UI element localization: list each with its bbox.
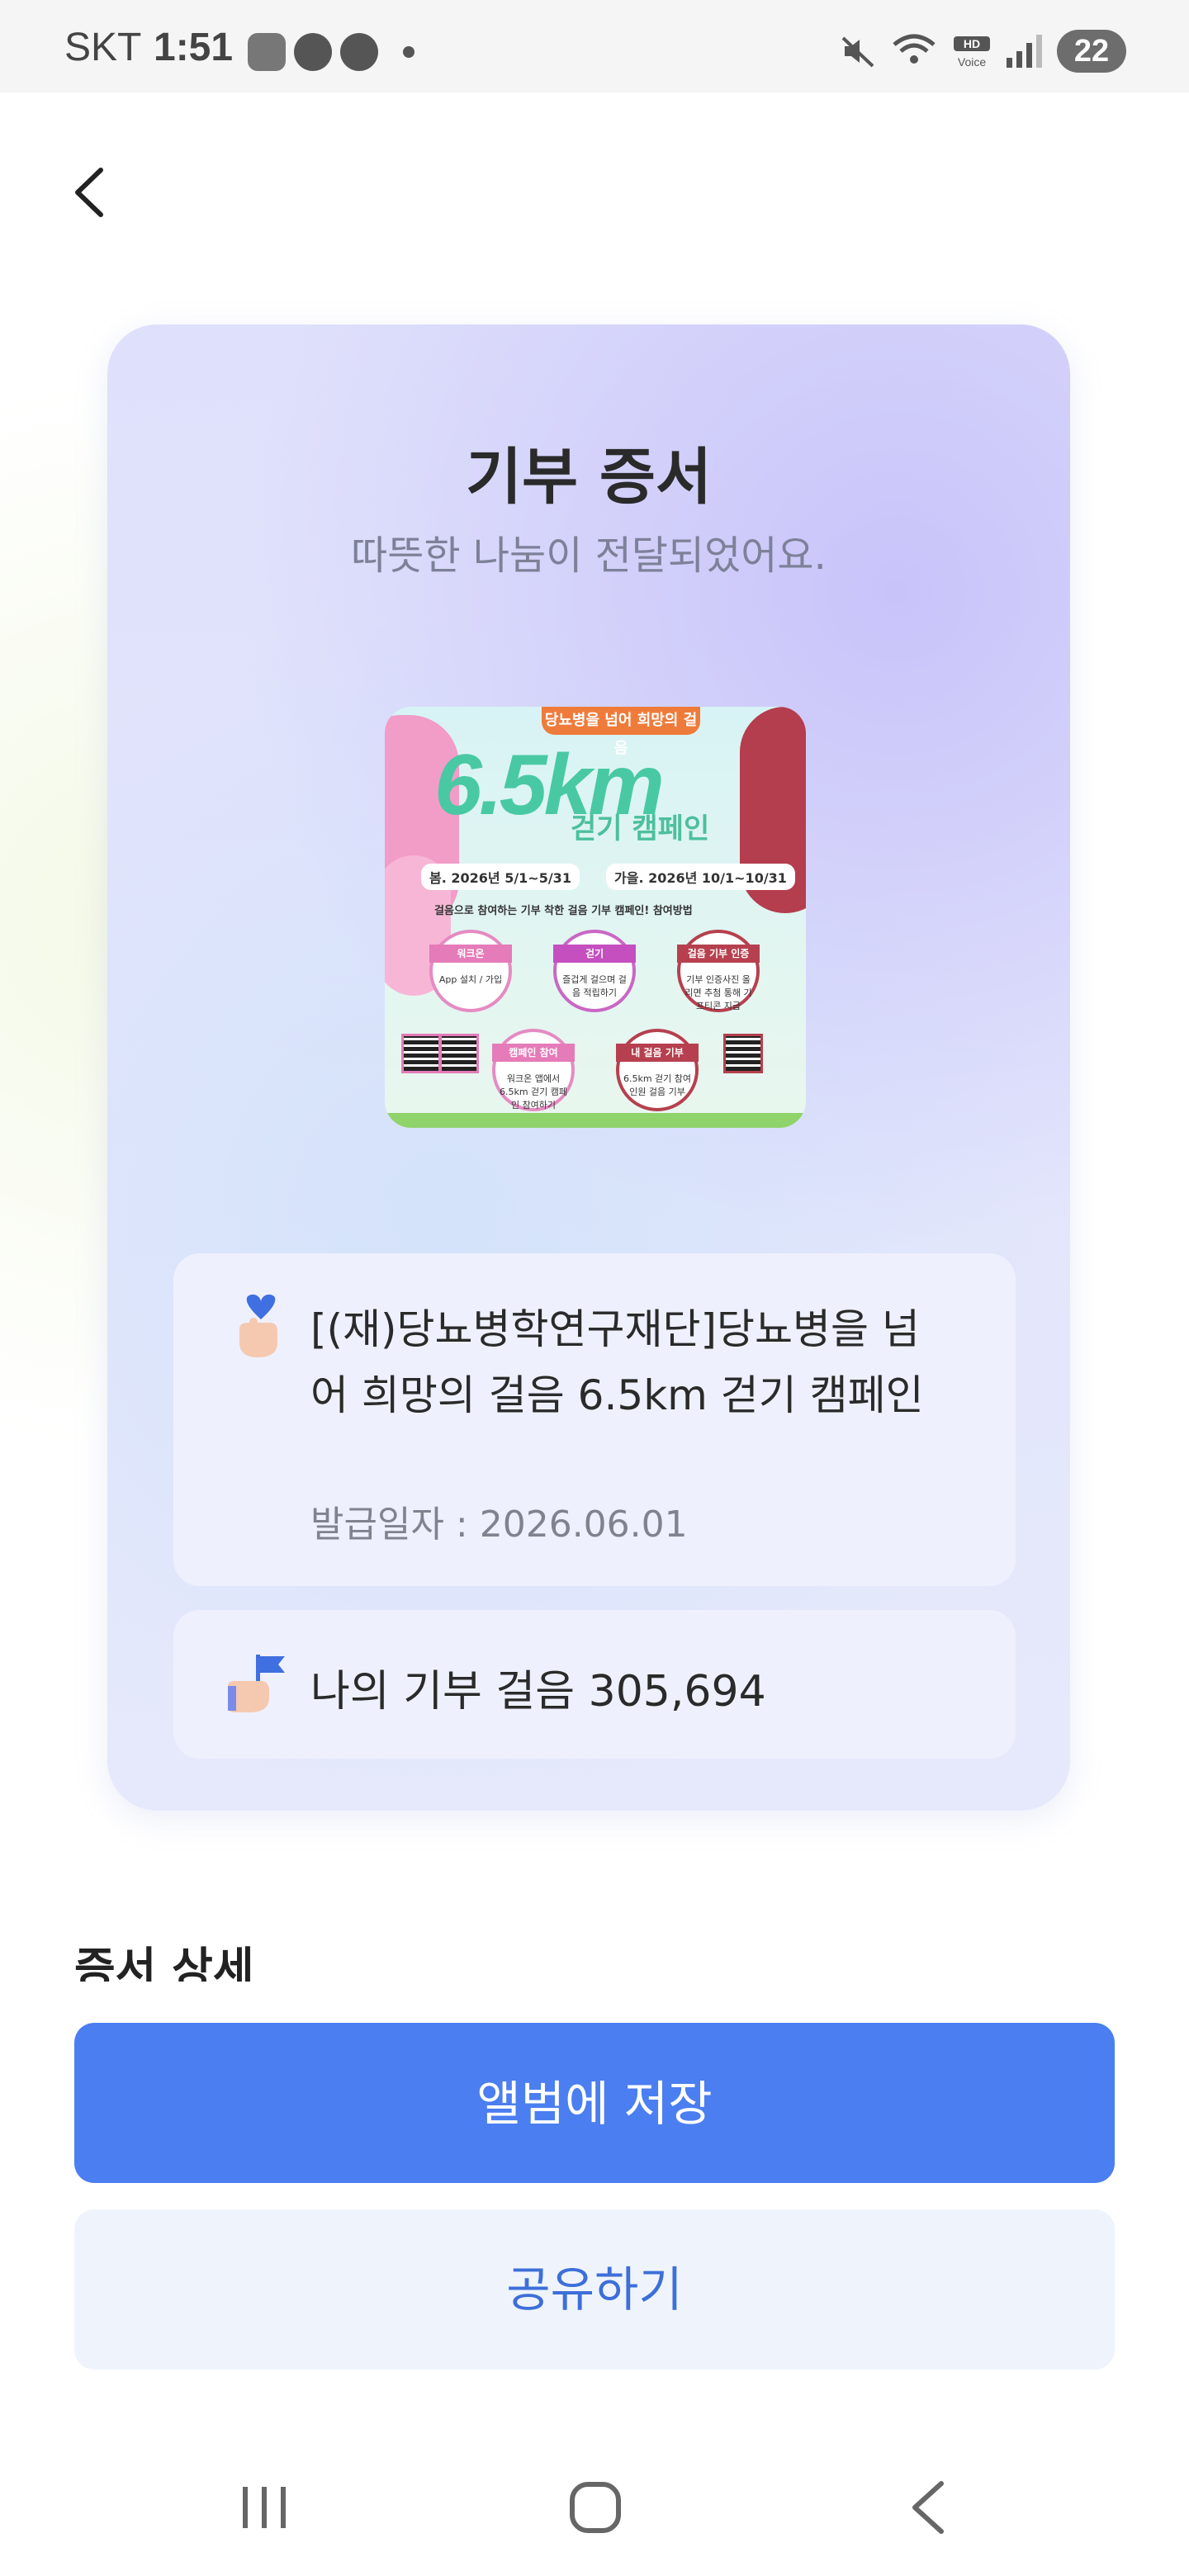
- poster-step-desc: 6.5km 걷기 참여인원 걸음 기부: [623, 1073, 692, 1097]
- poster-tag: 당뇨병을 넘어 희망의 걸음: [542, 707, 700, 757]
- recents-icon[interactable]: [239, 2485, 289, 2530]
- poster-step: 내 걸음 기부 6.5km 걷기 참여인원 걸음 기부: [616, 1029, 699, 1111]
- my-donation-steps: 나의 기부 걸음 305,694: [310, 1667, 766, 1717]
- home-icon[interactable]: [570, 2482, 621, 2533]
- poster-step-title: 캠페인 참여: [492, 1044, 575, 1062]
- battery-icon: 22: [1057, 30, 1126, 73]
- poster-step-title: 워크온: [429, 945, 512, 963]
- moon-icon: [340, 33, 378, 71]
- system-nav-bar: [0, 2436, 1189, 2576]
- wifi-icon: [893, 34, 936, 64]
- qr-code-icon: [401, 1034, 441, 1073]
- poster-step-title: 걸음 기부 인증: [677, 945, 760, 963]
- poster-step-desc: 워크온 앱에서 6.5km 걷기 캠페인 참여하기: [499, 1073, 568, 1110]
- poster-step-title: 내 걸음 기부: [616, 1044, 699, 1062]
- poster-step-desc: 즐겁게 걸으며 걸음 적립하기: [562, 974, 627, 998]
- campaign-info-box: [(재)당뇨병학연구재단]당뇨병을 넘어 희망의 걸음 6.5km 걷기 캠페인…: [173, 1253, 1016, 1586]
- svg-text:Voice: Voice: [958, 55, 986, 69]
- back-button[interactable]: [64, 163, 114, 221]
- mute-icon: [841, 36, 874, 68]
- more-notifications-icon: [403, 46, 414, 58]
- poster-guide: 걸음으로 참여하는 기부 착한 걸음 기부 캠페인! 참여방법: [434, 905, 693, 917]
- donation-steps-box: 나의 기부 걸음 305,694: [173, 1610, 1016, 1759]
- hd-voice-icon: HD Voice: [954, 36, 990, 69]
- status-bar: SKT 1:51 HD Voice 22: [0, 0, 1189, 92]
- heart-hand-icon: [239, 1294, 277, 1357]
- poster-step: 걸음 기부 인증 기부 인증사진 올리면 추첨 통해 기프티콘 지급: [677, 930, 760, 1012]
- grass-illustration: [385, 1113, 806, 1128]
- campaign-poster: 당뇨병을 넘어 희망의 걸음 6.5km 걷기 캠페인 봄. 2026년 5/1…: [385, 707, 806, 1128]
- poster-step-desc: App 설치 / 가입: [438, 974, 503, 985]
- section-title-certificate-detail: 증서 상세: [74, 1943, 254, 1982]
- moon-icon: [294, 33, 332, 71]
- poster-step-desc: 기부 인증사진 올리면 추첨 통해 기프티콘 지급: [685, 974, 752, 1011]
- poster-subheadline: 걷기 캠페인: [571, 812, 710, 845]
- certificate-card: 기부 증서 따뜻한 나눔이 전달되었어요. 당뇨병을 넘어 희망의 걸음 6.5…: [107, 324, 1070, 1811]
- notification-icons: [248, 33, 414, 71]
- system-icons: HD Voice 22: [840, 30, 1126, 73]
- poster-spring-dates: 봄. 2026년 5/1~5/31: [421, 864, 580, 890]
- issue-date: 발급일자 : 2026.06.01: [310, 1503, 688, 1546]
- save-to-album-button[interactable]: 앨범에 저장: [74, 2023, 1115, 2183]
- poster-step: 캠페인 참여 워크온 앱에서 6.5km 걷기 캠페인 참여하기: [492, 1029, 575, 1111]
- app-notification-icon: [248, 33, 286, 71]
- certificate-title: 기부 증서: [465, 442, 713, 513]
- share-button[interactable]: 공유하기: [74, 2209, 1115, 2370]
- carrier-label: SKT: [64, 26, 142, 69]
- svg-text:HD: HD: [964, 37, 980, 50]
- certificate-subtitle: 따뜻한 나눔이 전달되었어요.: [351, 533, 827, 579]
- qr-code-icon: [439, 1034, 479, 1073]
- signal-icon: [1007, 35, 1042, 68]
- poster-autumn-dates: 가을. 2026년 10/1~10/31: [606, 864, 795, 890]
- qr-code-icon: [723, 1034, 763, 1073]
- poster-step-title: 걷기: [553, 945, 636, 963]
- flag-hand-icon: [228, 1655, 285, 1712]
- campaign-title: [(재)당뇨병학연구재단]당뇨병을 넘어 희망의 걸음 6.5km 걷기 캠페인: [310, 1305, 924, 1419]
- nav-back-icon[interactable]: [908, 2480, 948, 2535]
- poster-step: 워크온 App 설치 / 가입: [429, 930, 512, 1012]
- clock: 1:51: [154, 26, 234, 69]
- poster-step: 걷기 즐겁게 걸으며 걸음 적립하기: [553, 930, 636, 1012]
